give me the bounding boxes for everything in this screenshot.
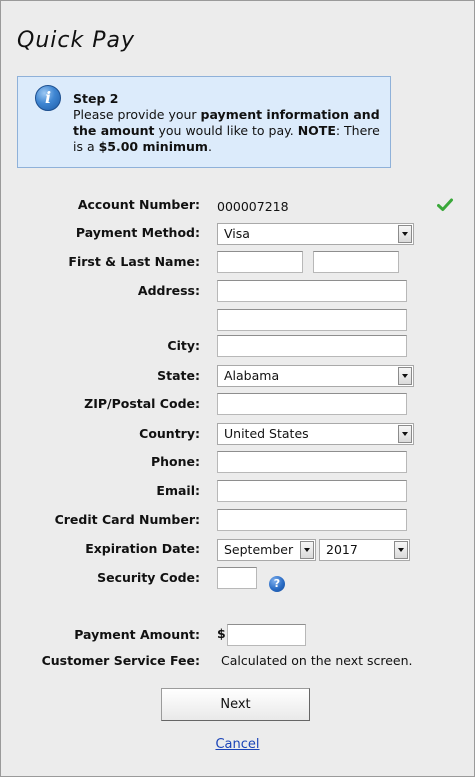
name-label: First & Last Name: <box>68 254 200 269</box>
city-label: City: <box>167 338 200 353</box>
state-select[interactable]: Alabama <box>217 365 414 387</box>
chevron-down-icon[interactable] <box>300 541 314 559</box>
info-text-part: you would like to pay. <box>154 123 298 138</box>
info-emphasis: $5.00 minimum <box>98 139 208 154</box>
security-code-label: Security Code: <box>97 570 200 585</box>
zip-label: ZIP/Postal Code: <box>84 396 200 411</box>
country-select[interactable]: United States <box>217 423 414 445</box>
account-number-value: 000007218 <box>217 199 289 214</box>
help-icon[interactable]: ? <box>269 576 285 592</box>
city-input[interactable] <box>217 335 407 357</box>
first-name-input[interactable] <box>217 251 303 273</box>
state-value: Alabama <box>224 368 280 383</box>
cancel-link[interactable]: Cancel <box>1 737 474 752</box>
payment-amount-input[interactable] <box>227 624 306 646</box>
info-text-part: . <box>207 139 212 154</box>
zip-input[interactable] <box>217 393 407 415</box>
service-fee-label: Customer Service Fee: <box>41 653 200 668</box>
chevron-down-icon[interactable] <box>398 425 412 443</box>
info-text-part: Please provide your <box>73 107 201 122</box>
phone-input[interactable] <box>217 451 407 473</box>
email-label: Email: <box>156 483 200 498</box>
payment-amount-label: Payment Amount: <box>74 627 200 642</box>
payment-method-select[interactable]: Visa <box>217 223 414 245</box>
address-line1-input[interactable] <box>217 280 407 302</box>
country-value: United States <box>224 426 309 441</box>
payment-method-label: Payment Method: <box>75 225 200 240</box>
page-title: Quick Pay <box>17 28 135 53</box>
chevron-down-icon[interactable] <box>398 367 412 385</box>
currency-symbol: $ <box>217 626 226 641</box>
security-code-input[interactable] <box>217 567 257 589</box>
state-label: State: <box>157 368 200 383</box>
service-fee-value: Calculated on the next screen. <box>221 653 413 668</box>
check-icon <box>437 198 453 211</box>
info-icon: i <box>35 85 61 111</box>
step-heading: Step 2 <box>73 91 119 106</box>
info-panel: i Step 2 Please provide your payment inf… <box>17 76 391 168</box>
chevron-down-icon[interactable] <box>394 541 408 559</box>
exp-year-select[interactable]: 2017 <box>319 539 410 561</box>
next-button[interactable]: Next <box>161 688 310 721</box>
address-label: Address: <box>137 283 200 298</box>
chevron-down-icon[interactable] <box>398 225 412 243</box>
account-number-label: Account Number: <box>77 197 200 212</box>
exp-month-value: September <box>224 542 294 557</box>
last-name-input[interactable] <box>313 251 399 273</box>
card-number-input[interactable] <box>217 509 407 531</box>
expiration-label: Expiration Date: <box>85 541 200 556</box>
exp-year-value: 2017 <box>326 542 358 557</box>
exp-month-select[interactable]: September <box>217 539 316 561</box>
email-input[interactable] <box>217 480 407 502</box>
info-emphasis: NOTE <box>297 123 336 138</box>
country-label: Country: <box>139 426 200 441</box>
info-text: Step 2 Please provide your payment infor… <box>73 91 383 155</box>
address-line2-input[interactable] <box>217 309 407 331</box>
payment-method-value: Visa <box>224 226 250 241</box>
card-number-label: Credit Card Number: <box>54 512 200 527</box>
phone-label: Phone: <box>150 454 200 469</box>
